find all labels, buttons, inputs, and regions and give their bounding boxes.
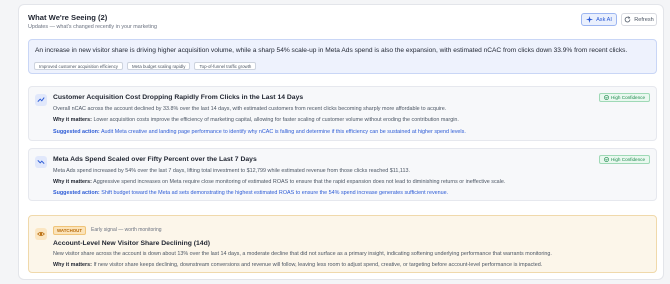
why-text: Lower acquisition costs improve the effi… [93,117,459,123]
insight-action[interactable]: Suggested action: Audit Meta creative an… [53,129,466,135]
insight-card[interactable]: Meta Ads Spend Scaled over Fifty Percent… [28,148,657,201]
action-text: Shift budget toward the Meta ad sets dem… [101,190,449,196]
insights-panel: What We're Seeing (2) Updates — what's c… [18,4,664,280]
check-circle-icon [604,94,609,101]
confidence-badge: High Confidence [599,155,650,164]
trend-up-icon [35,94,47,106]
why-text: If new visitor share keeps declining, do… [93,262,543,268]
summary-text: An increase in new visitor share is driv… [35,47,628,54]
ask-ai-label: Ask AI [596,16,612,23]
insight-why: Why it matters: Lower acquisition costs … [53,117,459,123]
watchout-badge: WATCHOUT [53,226,87,235]
panel-title: What We're Seeing (2) [28,13,108,22]
summary-chips: Improved customer acquisition efficiency… [34,62,257,70]
summary-chip[interactable]: Improved customer acquisition efficiency [34,62,123,70]
summary-chip[interactable]: Top-of-funnel traffic growth [194,62,257,70]
insight-description: Meta Ads spend increased by 54% over the… [53,168,410,174]
watchout-description: New visitor share across the account is … [53,251,552,257]
why-label: Why it matters: [53,179,92,185]
action-label: Suggested action: [53,190,100,196]
why-label: Why it matters: [53,117,92,123]
why-text: Aggressive spend increases on Meta requi… [93,179,506,185]
sparkle-icon [586,16,594,23]
check-circle-icon [604,156,609,163]
trend-line-icon [35,156,47,168]
insight-description: Overall nCAC across the account declined… [53,106,447,112]
refresh-button[interactable]: Refresh [621,13,657,26]
confidence-label: High Confidence [611,95,645,100]
ask-ai-button[interactable]: Ask AI [581,13,617,26]
insight-card[interactable]: Customer Acquisition Cost Dropping Rapid… [28,86,657,141]
refresh-icon [624,16,631,23]
refresh-label: Refresh [634,16,654,23]
early-signal-label: Early signal — worth monitoring [91,227,162,233]
watchout-card[interactable]: WATCHOUT Early signal — worth monitoring… [28,215,657,273]
watchout-why: Why it matters: If new visitor share kee… [53,262,542,268]
insight-action[interactable]: Suggested action: Shift budget toward th… [53,190,448,196]
confidence-label: High Confidence [611,157,645,162]
watchout-title: Account-Level New Visitor Share Declinin… [53,240,210,247]
insight-why: Why it matters: Aggressive spend increas… [53,179,505,185]
why-label: Why it matters: [53,262,92,268]
summary-box: An increase in new visitor share is driv… [28,39,657,74]
action-label: Suggested action: [53,129,100,135]
insight-title: Customer Acquisition Cost Dropping Rapid… [53,94,304,101]
confidence-badge: High Confidence [599,93,650,102]
eye-icon [35,228,47,240]
panel-subtitle: Updates — what's changed recently in you… [28,24,157,30]
insight-title: Meta Ads Spend Scaled over Fifty Percent… [53,156,257,163]
summary-chip[interactable]: Meta budget scaling rapidly [127,62,191,70]
action-text: Audit Meta creative and landing page per… [100,129,466,135]
